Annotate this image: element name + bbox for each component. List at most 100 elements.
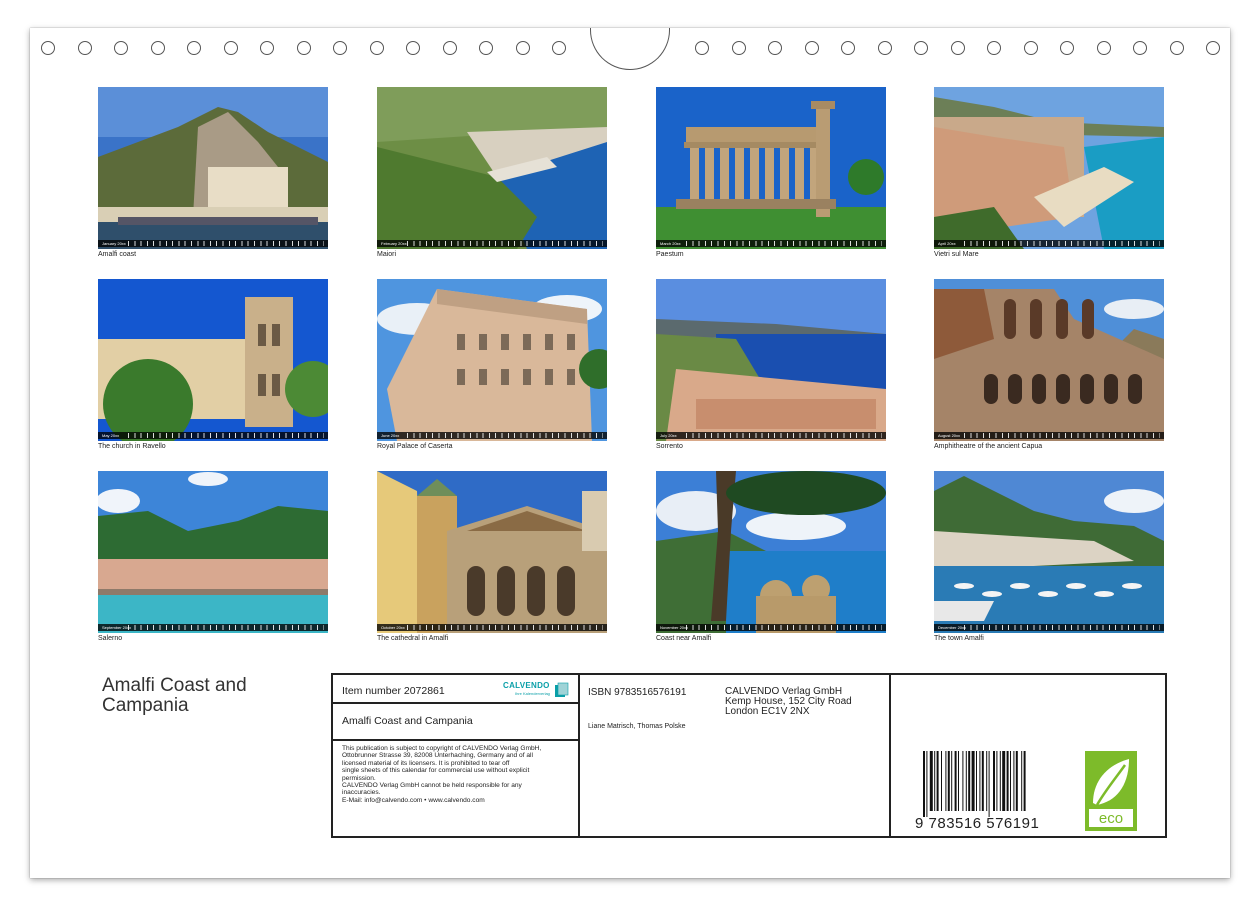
day-grid (407, 625, 603, 630)
day-grid (407, 433, 603, 438)
barcode-bar (962, 751, 964, 811)
photo-image (98, 87, 328, 249)
photo-image (377, 87, 607, 249)
calendar-strip: February 20xx (377, 240, 607, 247)
binding-ring (1169, 41, 1184, 55)
calendar-strip: January 20xx (98, 240, 328, 247)
binding-ring (260, 41, 274, 55)
binding-ring (442, 41, 457, 55)
barcode-bar (941, 751, 942, 811)
month-label: May 20xx (102, 433, 120, 438)
divider (889, 675, 891, 836)
barcode-bar (945, 751, 947, 811)
binding-ring (1206, 41, 1220, 55)
divider (333, 702, 578, 704)
photo-image (934, 279, 1164, 441)
binding-ring (406, 41, 420, 55)
binding-ring (77, 41, 92, 55)
calvendo-logo-subtext: Ihre Kalenderverlag (515, 691, 550, 696)
binding-ring (804, 41, 819, 55)
legal-line: E-Mail: info@calvendo.com • www.calvendo… (342, 796, 485, 804)
month-photo: November 20xx (656, 471, 886, 633)
info-title: Amalfi Coast and Campania (342, 715, 473, 727)
photo-caption: Amphitheatre of the ancient Capua (934, 443, 1043, 450)
calendar-strip: April 20xx (934, 240, 1164, 247)
month-label: September 20xx (102, 625, 132, 630)
photo-image (377, 279, 607, 441)
legal-line: licensed material of its licensers. It i… (342, 759, 510, 767)
month-photo: May 20xx (98, 279, 328, 441)
barcode-bar (1013, 751, 1015, 811)
barcode-bar (958, 751, 959, 811)
legal-line: permission. (342, 774, 376, 782)
month-photo: August 20xx (934, 279, 1164, 441)
barcode-number: 9 783516 576191 (915, 815, 1040, 832)
month-label: December 20xx (938, 625, 967, 630)
binding-ring (731, 41, 746, 55)
binding-ring (914, 41, 928, 55)
barcode-bar (999, 751, 1001, 811)
barcode-bar (947, 751, 950, 811)
barcode-bar (968, 751, 971, 811)
barcode: 9 783516 576191 (915, 749, 1065, 833)
photo-caption: Maiori (377, 251, 397, 258)
month-label: March 20xx (660, 241, 681, 246)
legal-line: CALVENDO Verlag GmbH cannot be held resp… (342, 782, 522, 790)
photo-caption: Royal Palace of Caserta (377, 443, 453, 450)
barcode-bar (988, 751, 990, 817)
calvendo-logo-text: CALVENDO (503, 681, 550, 690)
month-label: February 20xx (381, 241, 407, 246)
barcode-bar (923, 751, 925, 817)
barcode-bar (976, 751, 977, 811)
month-photo: October 20xx (377, 471, 607, 633)
binding-ring (877, 41, 892, 55)
barcode-bar (981, 751, 984, 811)
binding-ring (150, 41, 165, 55)
binding-ring (1060, 41, 1074, 55)
photo-caption: The cathedral in Amalfi (377, 635, 449, 642)
photo-image (934, 471, 1164, 633)
calendar-strip: November 20xx (656, 624, 886, 631)
binding-ring (768, 41, 782, 55)
photo-caption: The church in Ravello (98, 443, 166, 450)
binding-ring (333, 41, 347, 55)
day-grid (964, 625, 1160, 630)
day-grid (407, 241, 603, 246)
barcode-bar (926, 751, 928, 817)
binding-ring (41, 41, 55, 55)
binding-ring (1133, 41, 1147, 55)
publisher-line: London EC1V 2NX (725, 706, 810, 717)
month-photo: December 20xx (934, 471, 1164, 633)
binding-ring (1023, 41, 1038, 55)
isbn: ISBN 9783516576191 (588, 687, 687, 698)
month-photo: September 20xx (98, 471, 328, 633)
binding-ring (223, 41, 238, 55)
barcode-bar (951, 751, 953, 811)
calendar-strip: May 20xx (98, 432, 328, 439)
calendar-strip: December 20xx (934, 624, 1164, 631)
calendar-strip: September 20xx (98, 624, 328, 631)
month-label: April 20xx (938, 241, 956, 246)
barcode-bar (954, 751, 957, 811)
month-photo: February 20xx (377, 87, 607, 249)
photo-caption: The town Amalfi (934, 635, 984, 642)
day-grid (686, 625, 882, 630)
binding-ring (515, 41, 530, 55)
barcode-bar (1021, 751, 1023, 811)
month-label: November 20xx (660, 625, 689, 630)
month-photo: April 20xx (934, 87, 1164, 249)
binding-ring (369, 41, 384, 55)
publisher-address: CALVENDO Verlag GmbH Kemp House, 152 City… (725, 687, 852, 717)
calendar-strip: June 20xx (377, 432, 607, 439)
month-label: June 20xx (381, 433, 400, 438)
photo-image (934, 87, 1164, 249)
binding-ring (187, 41, 201, 55)
binding-ring (479, 41, 493, 55)
photo-image (98, 279, 328, 441)
month-photo: July 20xx (656, 279, 886, 441)
divider (578, 675, 580, 836)
barcode-bar (936, 751, 939, 811)
binding-ring (114, 41, 128, 55)
photo-caption: Amalfi coast (98, 251, 137, 258)
item-number: Item number 2072861 (342, 685, 445, 697)
